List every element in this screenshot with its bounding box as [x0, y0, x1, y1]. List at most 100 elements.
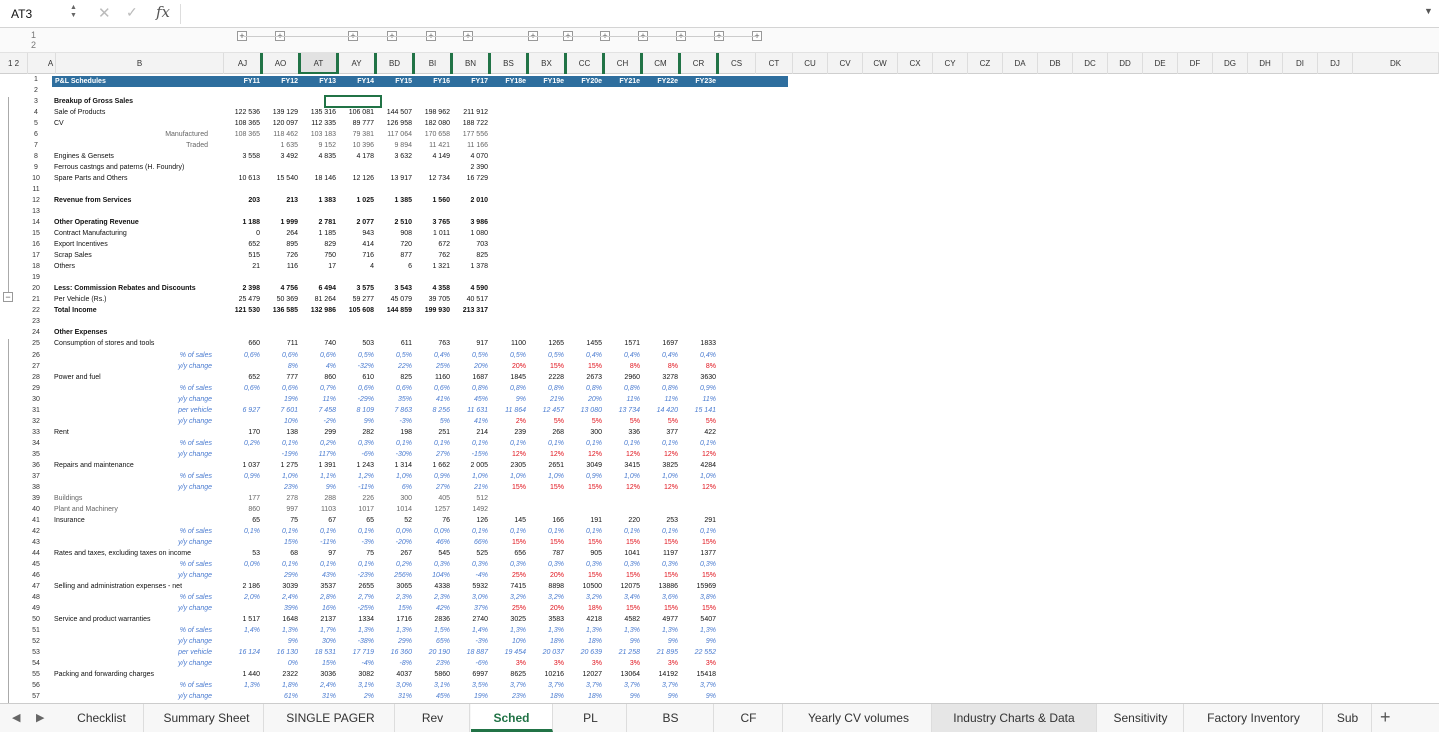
- data-cell[interactable]: 2 390: [444, 162, 488, 173]
- row-header[interactable]: 11: [28, 184, 44, 195]
- row-header[interactable]: 22: [28, 305, 44, 316]
- formula-input[interactable]: [185, 4, 1415, 24]
- row-header[interactable]: 41: [28, 515, 44, 526]
- column-header-db[interactable]: DB: [1038, 53, 1073, 74]
- row-header[interactable]: 49: [28, 603, 44, 614]
- row-header[interactable]: 24: [28, 327, 44, 338]
- data-cell[interactable]: 15%: [672, 603, 716, 614]
- row-header[interactable]: 25: [28, 338, 44, 349]
- column-header-dc[interactable]: DC: [1073, 53, 1108, 74]
- column-header-dd[interactable]: DD: [1108, 53, 1143, 74]
- row-header[interactable]: 29: [28, 383, 44, 394]
- row-header[interactable]: 18: [28, 261, 44, 272]
- column-header-bs[interactable]: BS: [490, 53, 528, 74]
- row-header[interactable]: 8: [28, 151, 44, 162]
- data-cell[interactable]: 177 556: [444, 129, 488, 140]
- data-cell[interactable]: 1492: [444, 504, 488, 515]
- row-header[interactable]: 6: [28, 129, 44, 140]
- row-header[interactable]: 2: [28, 85, 44, 96]
- data-cell[interactable]: 15%: [672, 537, 716, 548]
- data-cell[interactable]: 512: [444, 493, 488, 504]
- data-cell[interactable]: 422: [672, 427, 716, 438]
- confirm-icon[interactable]: ✓: [126, 4, 138, 21]
- row-header[interactable]: 28: [28, 372, 44, 383]
- data-cell[interactable]: 4 590: [444, 283, 488, 294]
- tab-summary-sheet[interactable]: Summary Sheet: [150, 704, 264, 732]
- column-header-aj[interactable]: AJ: [224, 53, 262, 74]
- row-header[interactable]: 39: [28, 493, 44, 504]
- row-header[interactable]: 44: [28, 548, 44, 559]
- data-cell[interactable]: 1833: [672, 338, 716, 349]
- data-cell[interactable]: 2 010: [444, 195, 488, 206]
- tab-checklist[interactable]: Checklist: [60, 704, 144, 732]
- tab-sched[interactable]: Sched: [471, 704, 553, 732]
- column-header-cr[interactable]: CR: [680, 53, 718, 74]
- row-header[interactable]: 32: [28, 416, 44, 427]
- row-header[interactable]: 36: [28, 460, 44, 471]
- column-header-cu[interactable]: CU: [793, 53, 828, 74]
- row-header[interactable]: 54: [28, 658, 44, 669]
- chevron-down-icon[interactable]: ▼: [1424, 6, 1433, 16]
- column-header-ay[interactable]: AY: [338, 53, 376, 74]
- tab-rev[interactable]: Rev: [396, 704, 470, 732]
- data-cell[interactable]: 22 552: [672, 647, 716, 658]
- data-cell[interactable]: 1,0%: [672, 471, 716, 482]
- data-cell[interactable]: 9%: [672, 636, 716, 647]
- column-header-dj[interactable]: DJ: [1318, 53, 1353, 74]
- data-cell[interactable]: 1,3%: [672, 625, 716, 636]
- row-header[interactable]: 5: [28, 118, 44, 129]
- column-header-at[interactable]: AT: [300, 53, 338, 74]
- row-header[interactable]: 31: [28, 405, 44, 416]
- row-header[interactable]: 52: [28, 636, 44, 647]
- data-cell[interactable]: 40 517: [444, 294, 488, 305]
- name-box[interactable]: AT3: [8, 5, 72, 23]
- data-cell[interactable]: 15%: [672, 570, 716, 581]
- data-cell[interactable]: 213 317: [444, 305, 488, 316]
- column-header-cm[interactable]: CM: [642, 53, 680, 74]
- column-header-di[interactable]: DI: [1283, 53, 1318, 74]
- column-header-b[interactable]: B: [56, 53, 224, 74]
- cancel-icon[interactable]: ✕: [98, 4, 111, 22]
- row-header[interactable]: 13: [28, 206, 44, 217]
- column-header-cy[interactable]: CY: [933, 53, 968, 74]
- row-header[interactable]: 14: [28, 217, 44, 228]
- tab-industry-charts-data[interactable]: Industry Charts & Data: [932, 704, 1097, 732]
- insert-function-icon[interactable]: fx: [156, 3, 170, 21]
- column-header-bn[interactable]: BN: [452, 53, 490, 74]
- row-header[interactable]: 10: [28, 173, 44, 184]
- row-header[interactable]: 37: [28, 471, 44, 482]
- row-header[interactable]: 50: [28, 614, 44, 625]
- data-cell[interactable]: 4284: [672, 460, 716, 471]
- name-box-stepper-icon[interactable]: ▲ ▼: [70, 4, 77, 20]
- row-header[interactable]: 23: [28, 316, 44, 327]
- outline-level-1-button[interactable]: 1: [31, 30, 36, 40]
- tab-pl[interactable]: PL: [555, 704, 627, 732]
- data-cell[interactable]: 5407: [672, 614, 716, 625]
- data-cell[interactable]: 1 378: [444, 261, 488, 272]
- row-header[interactable]: 47: [28, 581, 44, 592]
- column-header-bd[interactable]: BD: [376, 53, 414, 74]
- row-header[interactable]: 51: [28, 625, 44, 636]
- row-header[interactable]: 26: [28, 350, 44, 361]
- selected-cell[interactable]: [324, 95, 382, 109]
- add-sheet-icon[interactable]: +: [1380, 707, 1391, 728]
- tab-factory-inventory[interactable]: Factory Inventory: [1185, 704, 1323, 732]
- row-header[interactable]: 15: [28, 228, 44, 239]
- column-header-da[interactable]: DA: [1003, 53, 1038, 74]
- row-header[interactable]: 1: [28, 74, 44, 85]
- row-header[interactable]: 46: [28, 570, 44, 581]
- tab-sensitivity[interactable]: Sensitivity: [1098, 704, 1184, 732]
- data-cell[interactable]: 11%: [672, 394, 717, 405]
- data-cell[interactable]: 9%: [672, 691, 716, 702]
- column-header-bx[interactable]: BX: [528, 53, 566, 74]
- column-header-bi[interactable]: BI: [414, 53, 452, 74]
- data-cell[interactable]: 11 166: [444, 140, 488, 151]
- row-header[interactable]: 57: [28, 691, 44, 702]
- row-header[interactable]: 34: [28, 438, 44, 449]
- data-cell[interactable]: 12%: [672, 449, 716, 460]
- data-cell[interactable]: 8%: [672, 361, 716, 372]
- tab-single-pager[interactable]: SINGLE PAGER: [267, 704, 395, 732]
- column-header-df[interactable]: DF: [1178, 53, 1213, 74]
- column-header-de[interactable]: DE: [1143, 53, 1178, 74]
- row-header[interactable]: 17: [28, 250, 44, 261]
